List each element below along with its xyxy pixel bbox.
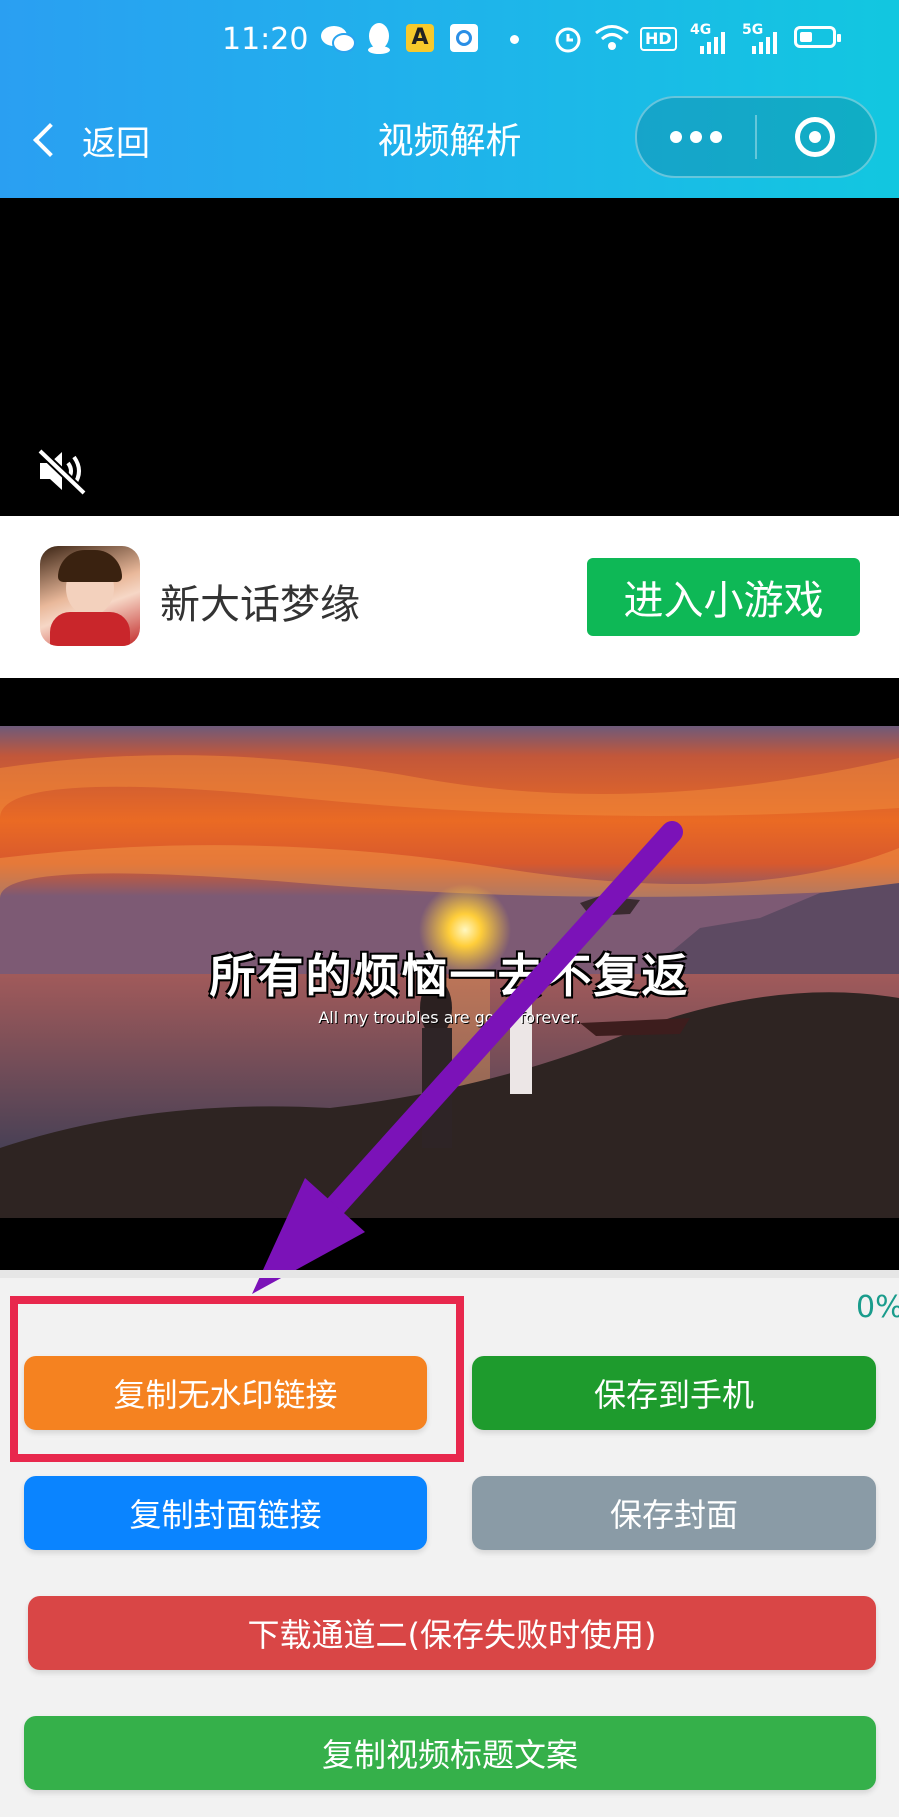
progress-percent: 0% <box>856 1290 899 1325</box>
signal-5g-icon <box>752 32 777 54</box>
app-a-icon: A <box>406 24 434 52</box>
video-caption-english: All my troubles are gone forever. <box>318 1008 581 1027</box>
save-to-phone-button[interactable]: 保存到手机 <box>472 1356 876 1430</box>
copy-cover-link-button[interactable]: 复制封面链接 <box>24 1476 427 1550</box>
qq-icon <box>368 23 390 54</box>
download-channel-two-button[interactable]: 下载通道二(保存失败时使用) <box>28 1596 876 1670</box>
status-time: 11:20 <box>222 22 309 57</box>
video-caption-chinese: 所有的烦恼一去不复返 <box>209 949 690 1003</box>
game-app-icon[interactable] <box>40 546 140 646</box>
battery-icon <box>794 26 841 48</box>
annotation-highlight-box <box>10 1296 464 1462</box>
game-name: 新大话梦缘 <box>160 582 360 628</box>
signal-4g-icon <box>700 32 725 54</box>
alarm-icon <box>555 27 581 53</box>
wechat-icon <box>321 26 356 53</box>
wifi-icon <box>595 25 629 50</box>
mute-icon[interactable] <box>34 443 90 499</box>
close-mini-program-button[interactable] <box>757 117 873 157</box>
save-cover-button[interactable]: 保存封面 <box>472 1476 876 1550</box>
notification-dot-icon <box>510 35 519 44</box>
top-header: 11:20 A HD 4G 5G 返回 视频解析 <box>0 0 899 198</box>
video-ad-player[interactable] <box>0 198 899 516</box>
more-dots-icon <box>690 131 702 143</box>
parsed-video-preview[interactable]: 所有的烦恼一去不复返 All my troubles are gone fore… <box>0 678 899 1270</box>
more-menu-button[interactable] <box>637 131 755 143</box>
mini-program-capsule <box>635 96 877 178</box>
enter-mini-game-button[interactable]: 进入小游戏 <box>587 558 860 636</box>
target-close-icon <box>795 117 835 157</box>
download-progress-bar <box>0 1270 899 1278</box>
hd-badge: HD <box>640 27 677 51</box>
copy-video-title-button[interactable]: 复制视频标题文案 <box>24 1716 876 1790</box>
more-dots-icon <box>710 131 722 143</box>
app-cloud-icon <box>450 24 478 52</box>
more-dots-icon <box>670 131 682 143</box>
